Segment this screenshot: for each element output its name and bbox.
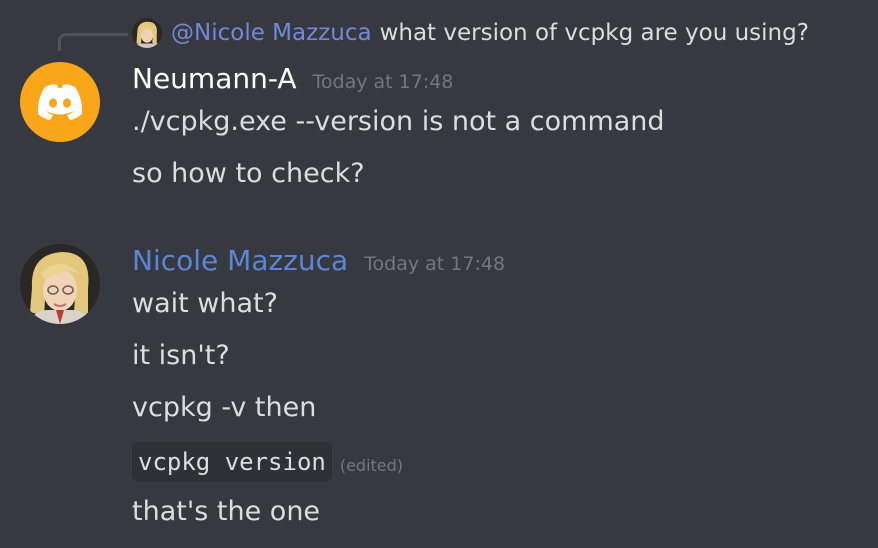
message-line: wait what? bbox=[132, 288, 278, 319]
message-line: vcpkg version (edited) bbox=[132, 442, 403, 482]
discord-logo-icon bbox=[37, 84, 83, 120]
message-line: that's the one bbox=[132, 496, 321, 527]
inline-code: vcpkg version bbox=[132, 442, 332, 482]
reply-avatar[interactable] bbox=[132, 18, 162, 48]
edited-label: (edited) bbox=[339, 455, 404, 475]
message-header: Neumann-A Today at 17:48 bbox=[132, 62, 453, 95]
timestamp: Today at 17:48 bbox=[364, 253, 506, 275]
reply-spine bbox=[58, 33, 128, 51]
reply-mention[interactable]: @Nicole Mazzuca bbox=[171, 20, 372, 46]
message-line: it isn't? bbox=[132, 340, 230, 371]
author-name[interactable]: Nicole Mazzuca bbox=[132, 244, 348, 277]
reply-reference[interactable]: @Nicole Mazzuca what version of vcpkg ar… bbox=[132, 16, 809, 50]
reply-text[interactable]: what version of vcpkg are you using? bbox=[380, 20, 809, 46]
timestamp: Today at 17:48 bbox=[312, 71, 454, 93]
message-header: Nicole Mazzuca Today at 17:48 bbox=[132, 244, 505, 277]
author-name[interactable]: Neumann-A bbox=[132, 62, 297, 95]
message-line: so how to check? bbox=[132, 158, 365, 189]
message-line: ./vcpkg.exe --version is not a command bbox=[132, 106, 665, 137]
avatar-nicole[interactable] bbox=[20, 244, 100, 324]
chat-area: @Nicole Mazzuca what version of vcpkg ar… bbox=[0, 0, 878, 548]
message-line: vcpkg -v then bbox=[132, 392, 317, 423]
avatar-neumann[interactable] bbox=[20, 62, 100, 142]
